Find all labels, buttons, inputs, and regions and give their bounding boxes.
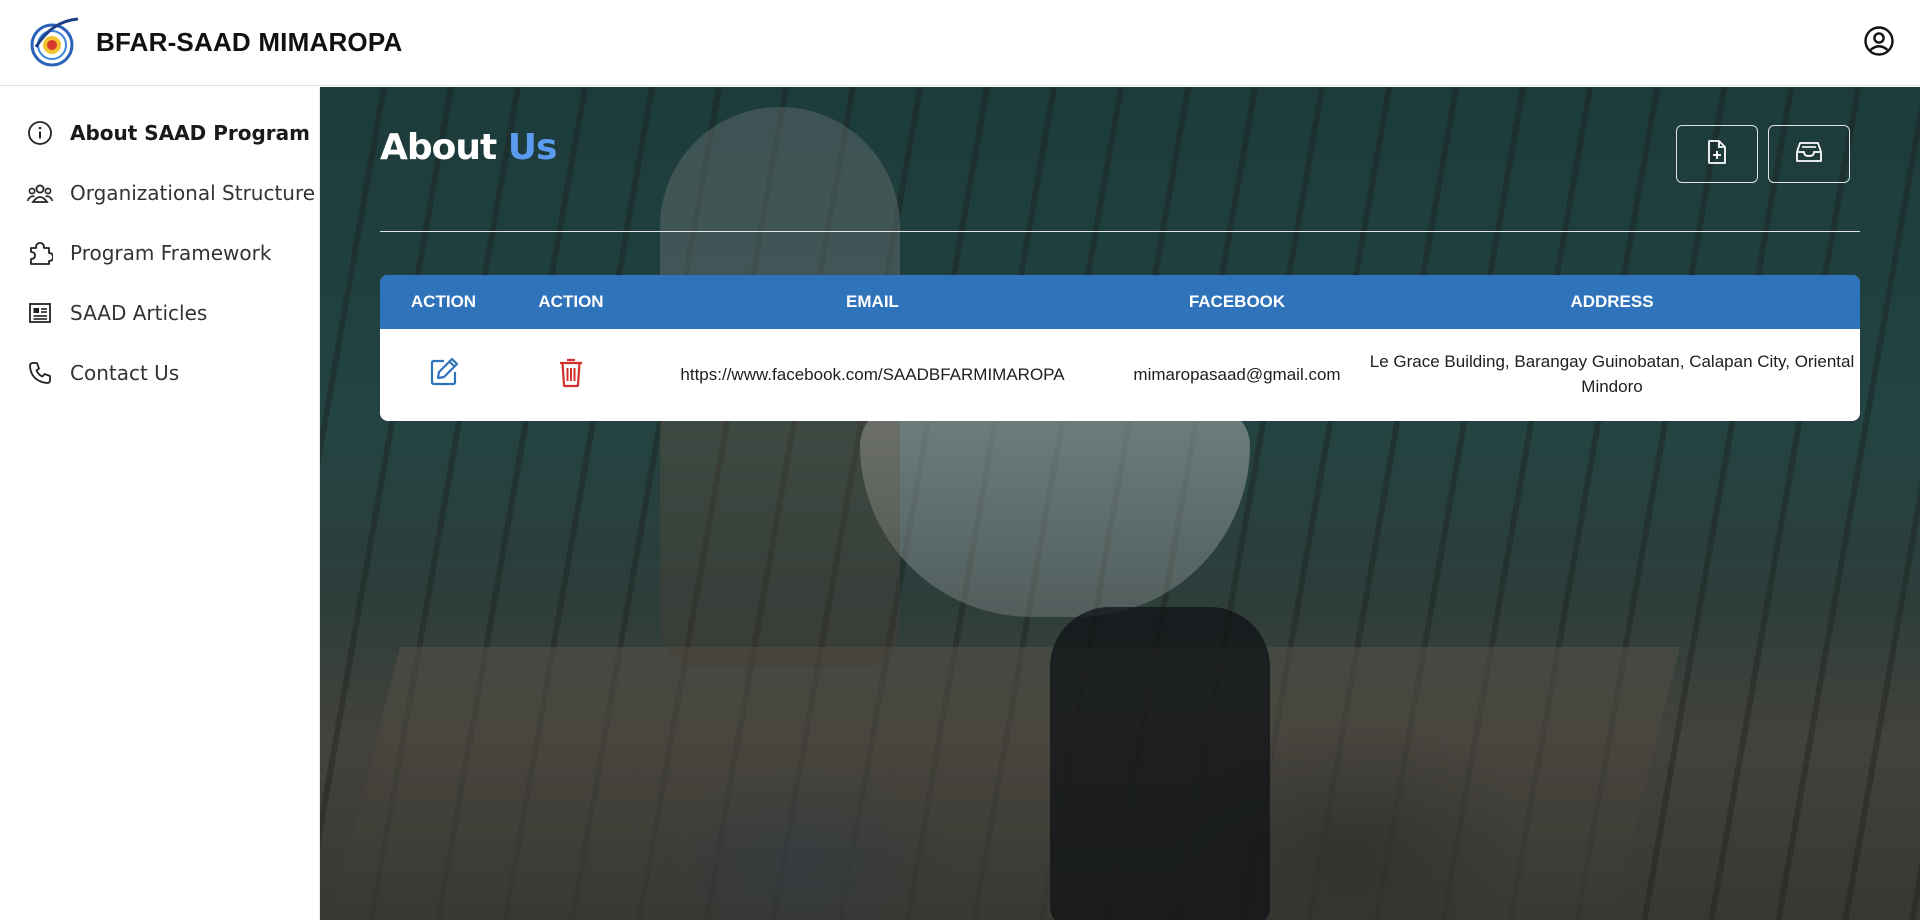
sidebar-item-program-framework[interactable]: Program Framework: [0, 223, 319, 283]
column-header-action: ACTION: [538, 292, 604, 311]
sidebar-item-label: About SAAD Program: [70, 121, 310, 145]
contacts-table: ACTION ACTION EMAIL FACEBOOK ADDRESS htt…: [380, 275, 1860, 421]
column-header-action: ACTION: [410, 292, 477, 311]
archive-button[interactable]: [1768, 125, 1850, 183]
phone-icon: [26, 359, 54, 387]
brand-title: BFAR-SAAD MIMAROPA: [96, 27, 403, 57]
page-title-primary: About: [380, 127, 497, 168]
table-header-row: ACTION ACTION EMAIL FACEBOOK ADDRESS: [380, 275, 1860, 329]
sidebar: About SAAD Program Organizational Struct…: [0, 87, 320, 920]
sidebar-item-saad-articles[interactable]: SAAD Articles: [0, 283, 319, 343]
top-bar: BFAR-SAAD MIMAROPA: [0, 0, 1920, 86]
column-header-address: ADDRESS: [1570, 292, 1654, 311]
column-header-email: EMAIL: [846, 292, 899, 311]
background-overlay: [320, 87, 1920, 920]
bfar-logo-icon: [28, 17, 80, 69]
archive-icon: [1795, 140, 1823, 169]
main-content: About Us ACTION ACTION EMAIL FACEBOOK AD…: [320, 87, 1920, 920]
add-record-button[interactable]: [1676, 125, 1758, 183]
table-row: https://www.facebook.com/SAADBFARMIMAROP…: [380, 329, 1860, 421]
sidebar-item-contact-us[interactable]: Contact Us: [0, 343, 319, 403]
file-plus-icon: [1705, 139, 1729, 170]
newspaper-icon: [26, 299, 54, 327]
delete-cell: [507, 354, 635, 396]
sidebar-item-organizational-structure[interactable]: Organizational Structure: [0, 163, 319, 223]
address-cell: Le Grace Building, Barangay Guinobatan, …: [1369, 352, 1855, 396]
trash-icon[interactable]: [553, 354, 589, 390]
edit-cell: [380, 354, 507, 396]
sidebar-item-label: SAAD Articles: [70, 301, 208, 325]
page-title: About Us: [380, 127, 558, 168]
sidebar-item-label: Program Framework: [70, 241, 272, 265]
column-header-facebook: FACEBOOK: [1188, 292, 1286, 311]
email-cell: https://www.facebook.com/SAADBFARMIMAROP…: [680, 364, 1065, 384]
sidebar-item-about-saad-program[interactable]: About SAAD Program: [0, 103, 319, 163]
info-icon: [26, 119, 54, 147]
page-title-accent: Us: [507, 127, 558, 168]
edit-icon[interactable]: [426, 354, 462, 390]
users-group-icon: [26, 179, 54, 207]
sidebar-item-label: Contact Us: [70, 361, 180, 385]
title-divider: [380, 231, 1860, 232]
user-circle-icon[interactable]: [1862, 24, 1896, 58]
facebook-cell: mimaropasaad@gmail.com: [1133, 364, 1341, 384]
sidebar-item-label: Organizational Structure: [70, 181, 316, 205]
puzzle-icon: [26, 239, 54, 267]
